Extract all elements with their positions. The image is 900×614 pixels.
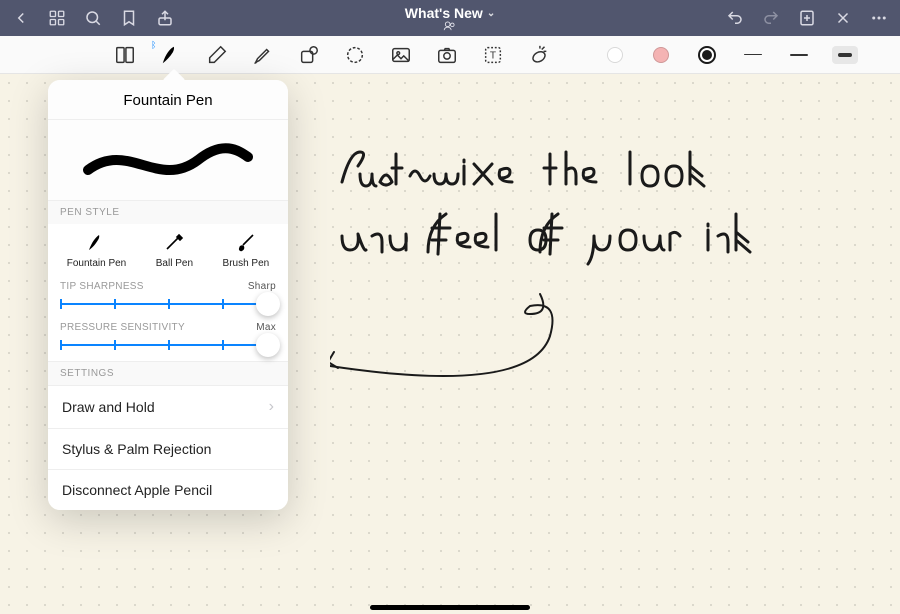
settings-disconnect-pencil[interactable]: Disconnect Apple Pencil [48, 469, 288, 510]
undo-icon[interactable] [726, 9, 744, 27]
shape-eraser-tool[interactable] [296, 42, 322, 68]
add-page-icon[interactable] [798, 9, 816, 27]
color-black-selected[interactable] [694, 42, 720, 68]
image-tool[interactable] [388, 42, 414, 68]
pen-style-brush[interactable]: Brush Pen [223, 230, 270, 269]
close-icon[interactable] [834, 9, 852, 27]
link-tool[interactable] [526, 42, 552, 68]
read-mode-icon[interactable] [112, 42, 138, 68]
pressure-label: PRESSURE SENSITIVITY [60, 322, 185, 333]
document-title[interactable]: What's New⌄ [405, 5, 495, 31]
settings-stylus-palm[interactable]: Stylus & Palm Rejection [48, 428, 288, 469]
highlighter-tool[interactable] [250, 42, 276, 68]
tip-sharpness-value: Sharp [248, 281, 276, 292]
stroke-thick[interactable] [832, 46, 858, 64]
svg-text:T: T [490, 50, 496, 61]
color-pink[interactable] [648, 42, 674, 68]
back-icon[interactable] [12, 9, 30, 27]
toolbar: ᛒ T [0, 36, 900, 74]
search-icon[interactable] [84, 9, 102, 27]
stroke-preview [48, 120, 288, 200]
grid-icon[interactable] [48, 9, 66, 27]
camera-tool[interactable] [434, 42, 460, 68]
more-icon[interactable] [870, 9, 888, 27]
pen-style-ball[interactable]: Ball Pen [156, 230, 193, 269]
bookmark-icon[interactable] [120, 9, 138, 27]
color-white[interactable] [602, 42, 628, 68]
popover-title: Fountain Pen [48, 80, 288, 120]
stroke-thin[interactable] [740, 46, 766, 64]
pen-tool[interactable]: ᛒ [158, 42, 184, 68]
home-indicator[interactable] [370, 605, 530, 610]
redo-icon[interactable] [762, 9, 780, 27]
pressure-value: Max [256, 322, 276, 333]
pen-settings-popover: Fountain Pen PEN STYLE Fountain Pen Ball… [48, 80, 288, 510]
chevron-right-icon: › [269, 398, 274, 416]
settings-draw-hold[interactable]: Draw and Hold › [48, 385, 288, 428]
chevron-down-icon: ⌄ [487, 8, 495, 19]
handwritten-text [330, 144, 760, 384]
lasso-tool[interactable] [342, 42, 368, 68]
tip-sharpness-label: TIP SHARPNESS [60, 281, 144, 292]
collab-icon [443, 21, 457, 31]
pen-style-fountain[interactable]: Fountain Pen [67, 230, 127, 269]
eraser-tool[interactable] [204, 42, 230, 68]
bluetooth-icon: ᛒ [151, 40, 156, 50]
pressure-slider[interactable] [60, 343, 276, 347]
pen-style-label: PEN STYLE [48, 200, 288, 224]
settings-label: SETTINGS [48, 361, 288, 385]
tip-sharpness-slider[interactable] [60, 302, 276, 306]
stroke-medium[interactable] [786, 46, 812, 64]
share-icon[interactable] [156, 9, 174, 27]
text-tool[interactable]: T [480, 42, 506, 68]
